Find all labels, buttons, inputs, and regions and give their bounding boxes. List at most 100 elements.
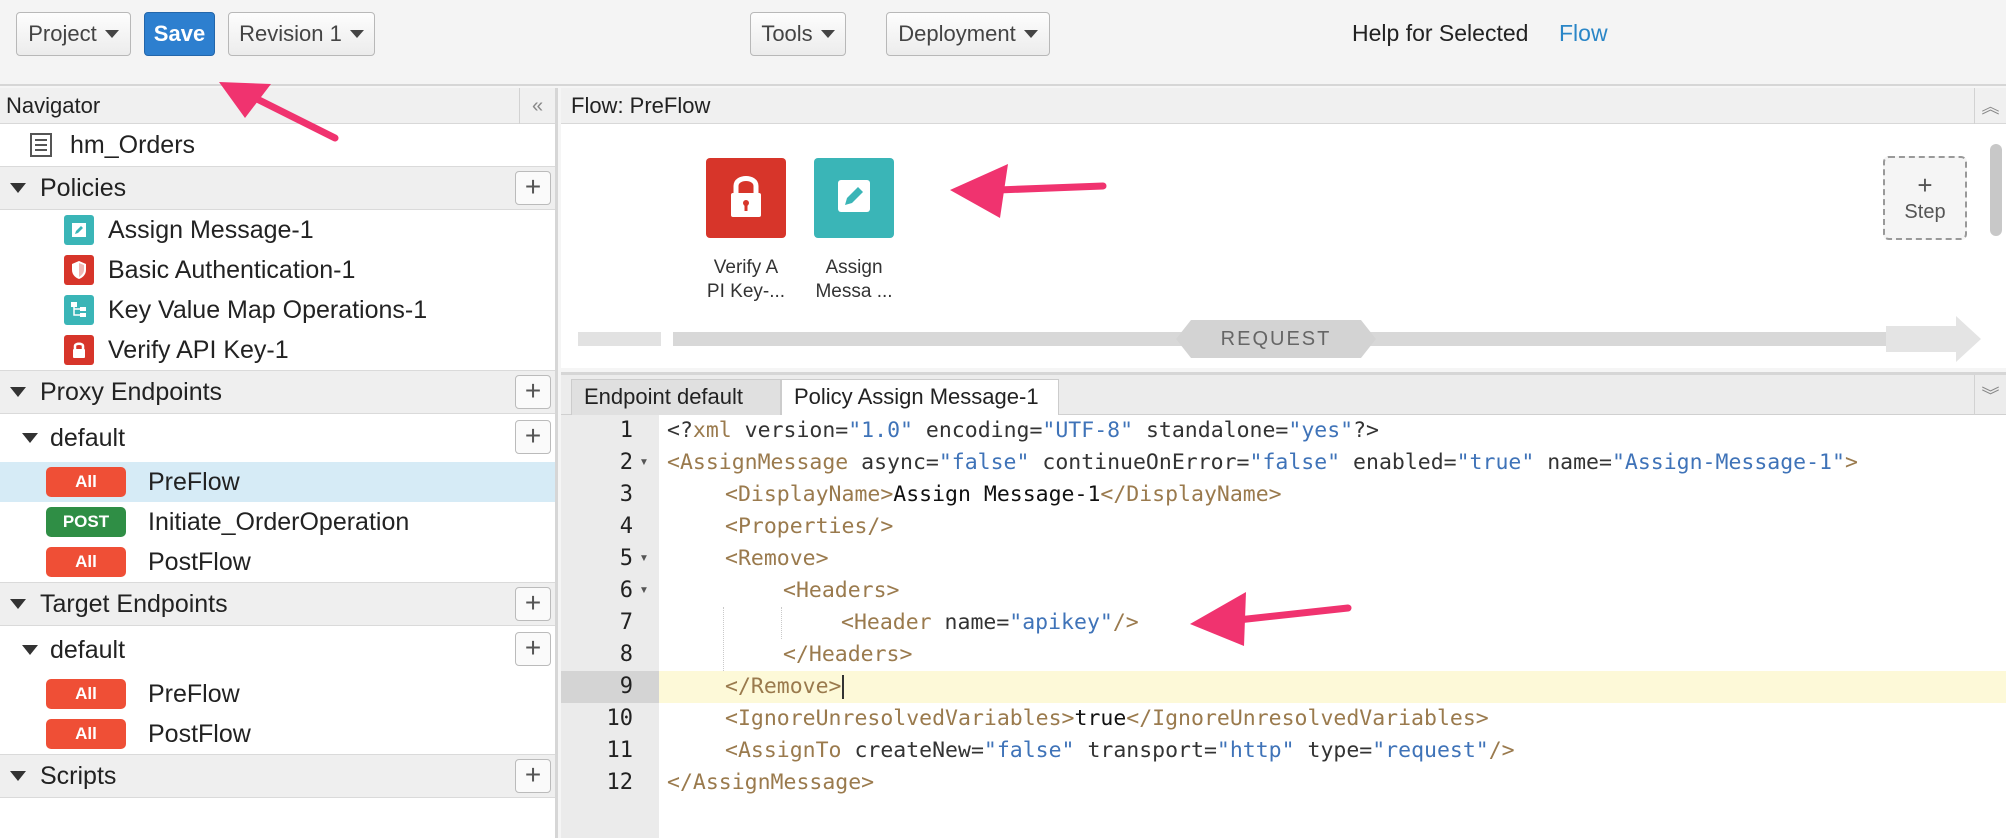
add-proxy-endpoint-button[interactable]: + bbox=[515, 375, 551, 409]
code-token: "http" bbox=[1216, 738, 1295, 763]
proxy-default-label: default bbox=[50, 423, 126, 452]
add-step-button[interactable]: + Step bbox=[1883, 156, 1967, 240]
fold-arrow-icon[interactable]: ▼ bbox=[639, 543, 649, 575]
policy-item[interactable]: Key Value Map Operations-1 bbox=[0, 290, 555, 330]
api-proxy-editor: Project Save Revision 1 Tools Deployment… bbox=[0, 0, 2006, 838]
expand-triangle-icon[interactable] bbox=[10, 599, 26, 609]
code-token: createNew= bbox=[841, 738, 984, 763]
pencil-icon bbox=[834, 176, 874, 221]
line-number-gutter: 1 2 ▼ 3 4 5 ▼ 6 ▼ 7 8 9 10 11 12 bbox=[561, 415, 659, 838]
badge-all: All bbox=[46, 679, 126, 709]
code-line-11: <AssignTo createNew="false" transport="h… bbox=[659, 735, 2006, 767]
step-label-line: PI Key-... bbox=[706, 281, 786, 302]
chevron-down-icon bbox=[820, 30, 835, 38]
expand-triangle-icon[interactable] bbox=[10, 771, 26, 781]
expand-triangle-icon[interactable] bbox=[10, 183, 26, 193]
flow-item-postflow[interactable]: All PostFlow bbox=[0, 542, 555, 582]
proxy-default-row[interactable]: default + bbox=[0, 414, 555, 462]
navigator-panel: Navigator « hm_Orders Policies + Assign … bbox=[0, 88, 558, 838]
chevron-down-icon bbox=[349, 30, 364, 38]
fold-arrow-icon[interactable]: ▼ bbox=[639, 447, 649, 479]
flow-label: PostFlow bbox=[148, 719, 251, 748]
proxy-endpoints-title: Proxy Endpoints bbox=[40, 377, 223, 406]
code-token: transport= bbox=[1074, 738, 1217, 763]
toolbar: Project Save Revision 1 Tools Deployment… bbox=[0, 0, 2006, 86]
scripts-section[interactable]: Scripts + bbox=[0, 754, 555, 798]
line-number: 2 bbox=[619, 450, 633, 475]
code-token: /> bbox=[1112, 610, 1139, 635]
policy-item[interactable]: Assign Message-1 bbox=[0, 210, 555, 250]
project-menu-button[interactable]: Project bbox=[16, 12, 131, 56]
policy-item[interactable]: Verify API Key-1 bbox=[0, 330, 555, 370]
line-number-current: 9 bbox=[561, 671, 659, 703]
policies-title: Policies bbox=[40, 173, 127, 202]
help-flow-link[interactable]: Flow bbox=[1559, 20, 1608, 47]
flow-header: Flow: PreFlow ︽ bbox=[561, 88, 2006, 124]
expand-triangle-icon[interactable] bbox=[10, 387, 26, 397]
add-script-button[interactable]: + bbox=[515, 759, 551, 793]
code-token: version= bbox=[731, 418, 849, 443]
code-token: "false" bbox=[938, 450, 1030, 475]
add-policy-button[interactable]: + bbox=[515, 171, 551, 205]
collapse-left-icon[interactable]: « bbox=[519, 88, 555, 124]
target-default-row[interactable]: default + bbox=[0, 626, 555, 674]
code-line-4: <Properties/> bbox=[659, 511, 2006, 543]
collapse-up-icon[interactable]: ︽ bbox=[1974, 88, 2006, 124]
step-label-line: Verify A bbox=[713, 257, 779, 278]
target-endpoints-section[interactable]: Target Endpoints + bbox=[0, 582, 555, 626]
target-default-label: default bbox=[50, 635, 126, 664]
collapse-down-icon[interactable]: ︾ bbox=[1974, 375, 2006, 415]
add-target-endpoint-button[interactable]: + bbox=[515, 587, 551, 621]
tab-policy-assign-message[interactable]: Policy Assign Message-1 bbox=[781, 379, 1059, 415]
line-number: 3 bbox=[619, 482, 633, 507]
policies-section[interactable]: Policies + bbox=[0, 166, 555, 210]
code-token: <Headers> bbox=[783, 578, 900, 603]
code-token: "false" bbox=[1249, 450, 1341, 475]
policy-item[interactable]: Basic Authentication-1 bbox=[0, 250, 555, 290]
revision-menu-button[interactable]: Revision 1 bbox=[228, 12, 375, 56]
code-line-2: <AssignMessage async="false" continueOnE… bbox=[659, 447, 2006, 479]
policy-label: Verify API Key-1 bbox=[108, 335, 289, 364]
code-token: name= bbox=[931, 610, 1010, 635]
code-token: /> bbox=[1488, 738, 1515, 763]
save-button[interactable]: Save bbox=[144, 12, 215, 56]
flow-item-target-preflow[interactable]: All PreFlow bbox=[0, 674, 555, 714]
policy-label: Basic Authentication-1 bbox=[108, 255, 356, 284]
flow-item-initiate-order[interactable]: POST Initiate_OrderOperation bbox=[0, 502, 555, 542]
add-flow-button[interactable]: + bbox=[515, 420, 551, 454]
pencil-icon bbox=[64, 215, 94, 245]
policy-label: Key Value Map Operations-1 bbox=[108, 295, 428, 324]
code-line-5: <Remove> bbox=[659, 543, 2006, 575]
save-label: Save bbox=[153, 21, 206, 46]
flow-label: PreFlow bbox=[148, 679, 240, 708]
expand-triangle-icon[interactable] bbox=[22, 433, 38, 443]
proxy-endpoints-section[interactable]: Proxy Endpoints + bbox=[0, 370, 555, 414]
flow-step-assign-message[interactable] bbox=[814, 158, 894, 238]
tools-menu-button[interactable]: Tools bbox=[750, 12, 846, 56]
add-flow-button[interactable]: + bbox=[515, 632, 551, 666]
target-endpoints-title: Target Endpoints bbox=[40, 589, 228, 618]
deployment-menu-button[interactable]: Deployment bbox=[886, 12, 1050, 56]
code-token: </IgnoreUnresolvedVariables> bbox=[1126, 706, 1489, 731]
chevron-down-icon bbox=[1023, 30, 1038, 38]
flow-step-verify-api-key[interactable] bbox=[706, 158, 786, 238]
code-token: continueOnError= bbox=[1029, 450, 1250, 475]
flow-label: Initiate_OrderOperation bbox=[148, 507, 410, 536]
flow-step-label: Assign Messa ... bbox=[799, 256, 909, 304]
code-token: "Assign-Message-1" bbox=[1611, 450, 1845, 475]
flow-item-target-postflow[interactable]: All PostFlow bbox=[0, 714, 555, 754]
line-number: 7 bbox=[619, 610, 633, 635]
fold-arrow-icon[interactable]: ▼ bbox=[639, 575, 649, 607]
badge-all: All bbox=[46, 547, 126, 577]
annotation-arrow-icon bbox=[950, 164, 1107, 218]
line-number: 1 bbox=[619, 418, 633, 443]
tab-endpoint-default[interactable]: Endpoint default bbox=[571, 379, 781, 415]
code-token: "request" bbox=[1372, 738, 1489, 763]
policy-label: Assign Message-1 bbox=[108, 215, 314, 244]
code-token: standalone= bbox=[1133, 418, 1289, 443]
flow-scrollbar[interactable] bbox=[1990, 144, 2002, 236]
expand-triangle-icon[interactable] bbox=[22, 645, 38, 655]
flow-item-preflow[interactable]: All PreFlow bbox=[0, 462, 555, 502]
code-token: true bbox=[1074, 706, 1127, 731]
project-label: Project bbox=[28, 21, 97, 46]
